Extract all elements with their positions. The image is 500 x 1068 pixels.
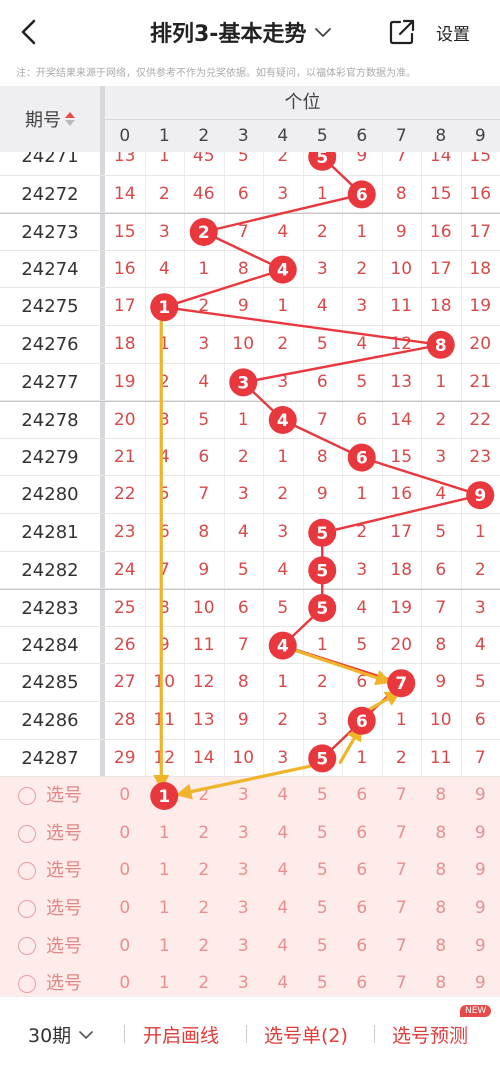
column-header-8: 8 xyxy=(435,126,447,146)
page-title: 排列3-基本走势 xyxy=(150,22,307,47)
selection-list-button[interactable]: 选号单(2) xyxy=(264,1021,348,1048)
hit-number: 5 xyxy=(316,749,328,769)
column-header-7: 7 xyxy=(395,126,407,146)
hit-number: 4 xyxy=(277,261,289,281)
hit-number: 3 xyxy=(237,373,249,393)
hit-number: 5 xyxy=(316,524,328,544)
period-column-header[interactable]: 期号 xyxy=(0,86,100,152)
prediction-button[interactable]: 选号预测 xyxy=(392,1021,468,1048)
hit-number: 1 xyxy=(158,787,170,807)
disclaimer-note: 注：开奖结果来源于网络，仅供参考不作为兑奖依据。如有疑问，以福体彩官方数据为准。 xyxy=(16,68,416,79)
trend-overlay: 5 6 2 4 1 8 3 4 6 9 5 5 5 4 7 6 5 1 xyxy=(150,152,495,810)
column-header-9: 9 xyxy=(474,126,486,146)
draw-line-button[interactable]: 开启画线 xyxy=(143,1021,219,1048)
share-icon[interactable] xyxy=(388,18,416,46)
toolbar-separator xyxy=(124,1025,125,1043)
back-icon[interactable] xyxy=(16,17,42,47)
column-header-4: 4 xyxy=(277,126,289,146)
hit-number: 6 xyxy=(356,185,368,205)
trend-line xyxy=(163,155,482,760)
period-count-select[interactable]: 30期 xyxy=(28,1021,93,1048)
hit-number: 6 xyxy=(356,712,368,732)
annotation-arrow xyxy=(175,762,320,800)
hit-number: 7 xyxy=(395,674,407,694)
hit-number: 5 xyxy=(316,152,328,168)
units-group-label: 个位 xyxy=(105,86,500,120)
period-header-label: 期号 xyxy=(25,110,61,131)
bottom-toolbar: 30期 开启画线 选号单(2) 选号预测 NEW xyxy=(0,996,500,1068)
chevron-down-icon xyxy=(315,28,332,37)
column-header-3: 3 xyxy=(237,126,249,146)
column-header-5: 5 xyxy=(316,126,328,146)
column-header-2: 2 xyxy=(198,126,210,146)
annotation-arrow xyxy=(285,646,392,686)
sort-icon[interactable] xyxy=(65,112,75,126)
period-count-label: 30期 xyxy=(28,1025,72,1047)
column-header-0: 0 xyxy=(119,126,131,146)
hit-number: 4 xyxy=(277,411,289,431)
hit-number: 4 xyxy=(277,637,289,657)
settings-button[interactable]: 设置 xyxy=(436,20,470,45)
hit-number: 6 xyxy=(356,449,368,469)
app-header: 排列3-基本走势 设置 xyxy=(0,0,500,62)
new-badge: NEW xyxy=(460,1005,492,1017)
column-header-1: 1 xyxy=(158,126,170,146)
hit-number: 1 xyxy=(158,298,170,318)
hit-number: 2 xyxy=(198,223,210,243)
title-dropdown[interactable]: 排列3-基本走势 xyxy=(150,16,332,48)
toolbar-separator xyxy=(374,1025,375,1043)
hit-number: 8 xyxy=(435,336,447,356)
hit-number: 9 xyxy=(474,486,486,506)
hit-number: 5 xyxy=(316,561,328,581)
chevron-down-icon xyxy=(79,1030,93,1039)
toolbar-separator xyxy=(246,1025,247,1043)
hit-number: 5 xyxy=(316,599,328,619)
column-header-6: 6 xyxy=(356,126,368,146)
